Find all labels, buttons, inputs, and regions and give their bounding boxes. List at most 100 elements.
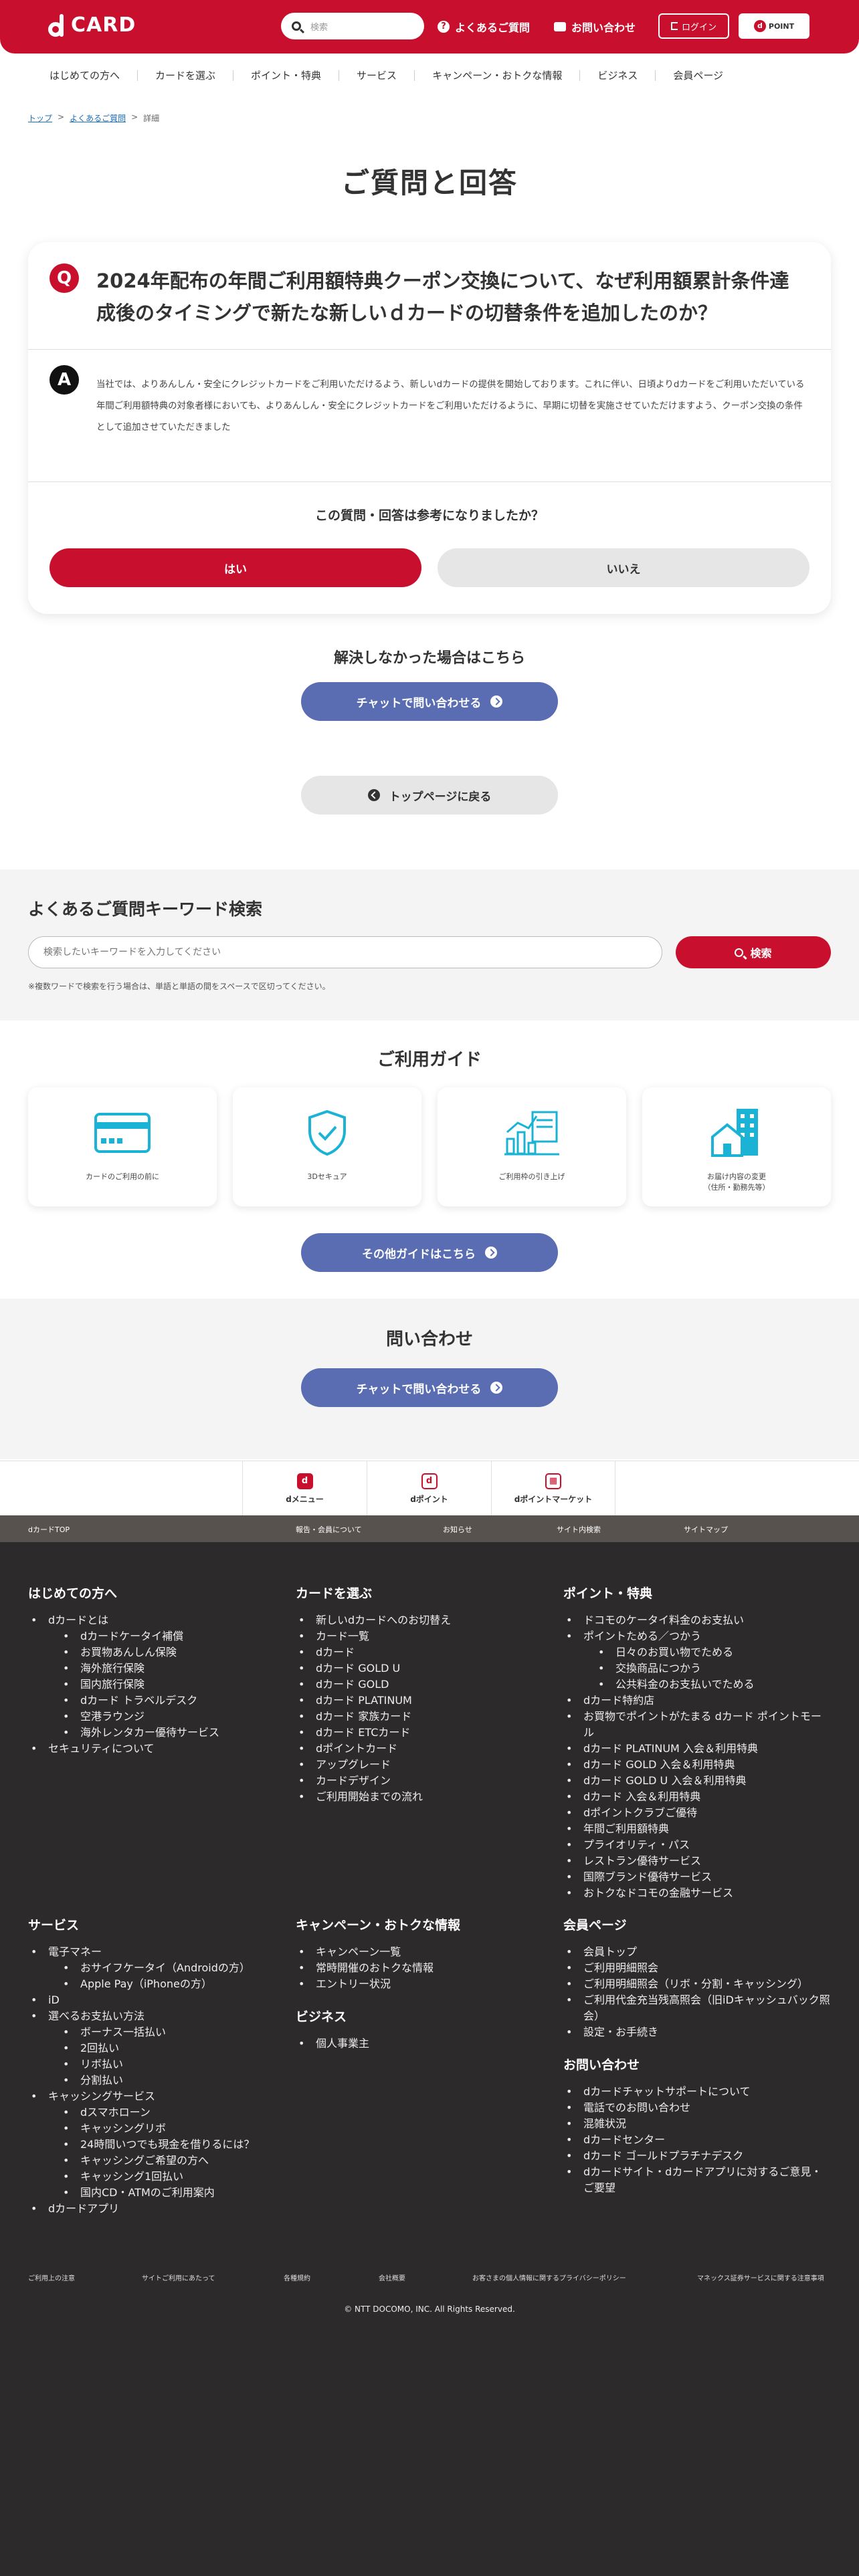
footer-link[interactable]: dカード ゴールドプラチナデスク [563, 2148, 831, 2164]
footer-link[interactable]: dカード GOLD 入会＆利用特典 [563, 1757, 831, 1773]
footer-link[interactable]: 海外旅行保険 [28, 1660, 282, 1677]
footer-link[interactable]: アップグレード [296, 1757, 550, 1773]
footer-top-link[interactable]: サイト内検索 [557, 1524, 601, 1535]
footer-link[interactable]: dポイントカード [296, 1741, 550, 1757]
footer-top-link[interactable]: サイトマップ [684, 1524, 728, 1535]
footer-link[interactable]: お買物でポイントがたまる dカード ポイントモール [563, 1709, 831, 1741]
footer-link[interactable]: dスマホローン [28, 2105, 282, 2121]
footer-link[interactable]: エントリー状況 [296, 1976, 550, 1992]
footer-link[interactable]: iD [28, 1992, 282, 2008]
footer-link[interactable]: キャッシングご希望の方へ [28, 2153, 282, 2169]
guide-card-limit-increase[interactable]: ご利用枠の引き上げ [438, 1087, 626, 1206]
header-search[interactable]: 検索 [281, 13, 424, 39]
footer-link[interactable]: 電話でのお問い合わせ [563, 2100, 831, 2116]
footer-link[interactable]: dカード GOLD U [296, 1660, 550, 1677]
footer-link[interactable]: dカードとは [28, 1612, 282, 1628]
footer-bottom-link[interactable]: マネックス証券サービスに関する注意事項 [697, 2272, 824, 2282]
footer-link[interactable]: dカードセンター [563, 2132, 831, 2148]
contact-link[interactable]: お問い合わせ [554, 19, 636, 35]
dpoint-market-link[interactable]: ▦ dポイントマーケット [491, 1461, 615, 1516]
footer-link[interactable]: リボ払い [28, 2056, 282, 2072]
footer-link[interactable]: dカード 入会＆利用特典 [563, 1789, 831, 1805]
footer-link[interactable]: dカード 家族カード [296, 1709, 550, 1725]
dpoint-link[interactable]: d dポイント [367, 1461, 491, 1516]
login-button[interactable]: ログイン [658, 13, 729, 39]
footer-link[interactable]: キャッシング1回払い [28, 2169, 282, 2185]
chat-inquiry-button[interactable]: チャットで問い合わせる [301, 682, 558, 721]
breadcrumb-top[interactable]: トップ [28, 112, 52, 124]
footer-link[interactable]: レストラン優待サービス [563, 1853, 831, 1869]
footer-link[interactable]: 混雑状況 [563, 2116, 831, 2132]
footer-link[interactable]: 24時間いつでも現金を借りるには？ [28, 2137, 282, 2153]
footer-link[interactable]: dカード GOLD U 入会＆利用特典 [563, 1773, 831, 1789]
footer-link[interactable]: 日々のお買い物でためる [563, 1644, 831, 1660]
footer-link[interactable]: dカード GOLD [296, 1677, 550, 1693]
footer-link[interactable]: ボーナス一括払い [28, 2024, 282, 2040]
footer-link[interactable]: ご利用明細照会（リボ・分割・キャッシング） [563, 1976, 831, 1992]
gnav-item-beginners[interactable]: はじめての方へ [32, 70, 138, 81]
footer-link[interactable]: dカードアプリ [28, 2201, 282, 2217]
footer-link[interactable]: カード一覧 [296, 1628, 550, 1644]
footer-link[interactable]: ご利用明細照会 [563, 1960, 831, 1976]
guide-card-3dsecure[interactable]: 3Dセキュア [233, 1087, 421, 1206]
footer-link[interactable]: 国内旅行保険 [28, 1677, 282, 1693]
dpoint-button[interactable]: d POINT [739, 13, 809, 39]
footer-link[interactable]: おサイフケータイ（Androidの方） [28, 1960, 282, 1976]
dcard-logo[interactable]: CARD [48, 13, 136, 37]
faq-link[interactable]: ? よくあるご質問 [438, 19, 530, 35]
footer-link[interactable]: 国際ブランド優待サービス [563, 1869, 831, 1885]
footer-link[interactable]: 2回払い [28, 2040, 282, 2056]
footer-link[interactable]: dポイントクラブご優待 [563, 1805, 831, 1821]
footer-link[interactable]: ご利用開始までの流れ [296, 1789, 550, 1805]
footer-link[interactable]: 国内CD・ATMのご利用案内 [28, 2185, 282, 2201]
footer-link[interactable]: Apple Pay（iPhoneの方） [28, 1976, 282, 1992]
footer-link[interactable]: dカード トラベルデスク [28, 1693, 282, 1709]
footer-link[interactable]: dカード PLATINUM 入会＆利用特典 [563, 1741, 831, 1757]
keyword-search-button[interactable]: 検索 [676, 936, 831, 968]
footer-link[interactable]: 選べるお支払い方法 [28, 2008, 282, 2024]
footer-link[interactable]: ご利用代金充当残高照会（旧iDキャッシュバック照会） [563, 1992, 831, 2024]
footer-link[interactable]: 年間ご利用額特典 [563, 1821, 831, 1837]
guide-card-before-use[interactable]: カードのご利用の前に [28, 1087, 217, 1206]
gnav-item-points[interactable]: ポイント・特典 [233, 70, 340, 81]
footer-link[interactable]: ドコモのケータイ料金のお支払い [563, 1612, 831, 1628]
dmenu-link[interactable]: d dメニュー [242, 1461, 367, 1516]
back-to-top-button[interactable]: トップページに戻る [301, 776, 558, 815]
gnav-item-campaign[interactable]: キャンペーン・おトクな情報 [415, 70, 581, 81]
gnav-item-cards[interactable]: カードを選ぶ [138, 70, 234, 81]
gnav-item-service[interactable]: サービス [339, 70, 415, 81]
footer-link[interactable]: お買物あんしん保険 [28, 1644, 282, 1660]
footer-bottom-link[interactable]: 会社概要 [379, 2272, 405, 2282]
footer-link[interactable]: ポイントためる／つかう [563, 1628, 831, 1644]
footer-link[interactable]: dカードケータイ補償 [28, 1628, 282, 1644]
footer-link[interactable]: キャッシングサービス [28, 2088, 282, 2105]
contact-chat-button[interactable]: チャットで問い合わせる [301, 1368, 558, 1407]
footer-link[interactable]: キャンペーン一覧 [296, 1944, 550, 1960]
footer-link[interactable]: キャッシングリボ [28, 2121, 282, 2137]
keyword-search-input[interactable] [28, 936, 662, 968]
footer-link[interactable]: カードデザイン [296, 1773, 550, 1789]
footer-link[interactable]: 個人事業主 [296, 2036, 550, 2052]
footer-link[interactable]: 分割払い [28, 2072, 282, 2088]
footer-link[interactable]: おトクなドコモの金融サービス [563, 1885, 831, 1901]
footer-link[interactable]: 空港ラウンジ [28, 1709, 282, 1725]
footer-top-link[interactable]: dカードTOP [28, 1524, 70, 1535]
footer-link[interactable]: dカード ETCカード [296, 1725, 550, 1741]
footer-link[interactable]: dカード特約店 [563, 1693, 831, 1709]
footer-top-link[interactable]: お知らせ [443, 1524, 472, 1535]
footer-link[interactable]: 新しいdカードへのお切替え [296, 1612, 550, 1628]
more-guides-button[interactable]: その他ガイドはこちら [301, 1233, 558, 1272]
footer-link[interactable]: 設定・お手続き [563, 2024, 831, 2040]
gnav-item-business[interactable]: ビジネス [580, 70, 656, 81]
footer-bottom-link[interactable]: ご利用上の注意 [28, 2272, 75, 2282]
footer-link[interactable]: dカードチャットサポートについて [563, 2084, 831, 2100]
helpful-no-button[interactable]: いいえ [438, 548, 809, 587]
helpful-yes-button[interactable]: はい [50, 548, 421, 587]
footer-top-link[interactable]: 報告・会員について [296, 1524, 362, 1535]
footer-link[interactable]: 海外レンタカー優待サービス [28, 1725, 282, 1741]
footer-link[interactable]: 公共料金のお支払いでためる [563, 1677, 831, 1693]
guide-card-address-change[interactable]: お届け内容の変更 （住所・勤務先等） [642, 1087, 831, 1206]
footer-link[interactable]: 常時開催のおトクな情報 [296, 1960, 550, 1976]
footer-link[interactable]: プライオリティ・パス [563, 1837, 831, 1853]
breadcrumb-faq[interactable]: よくあるご質問 [70, 112, 126, 124]
